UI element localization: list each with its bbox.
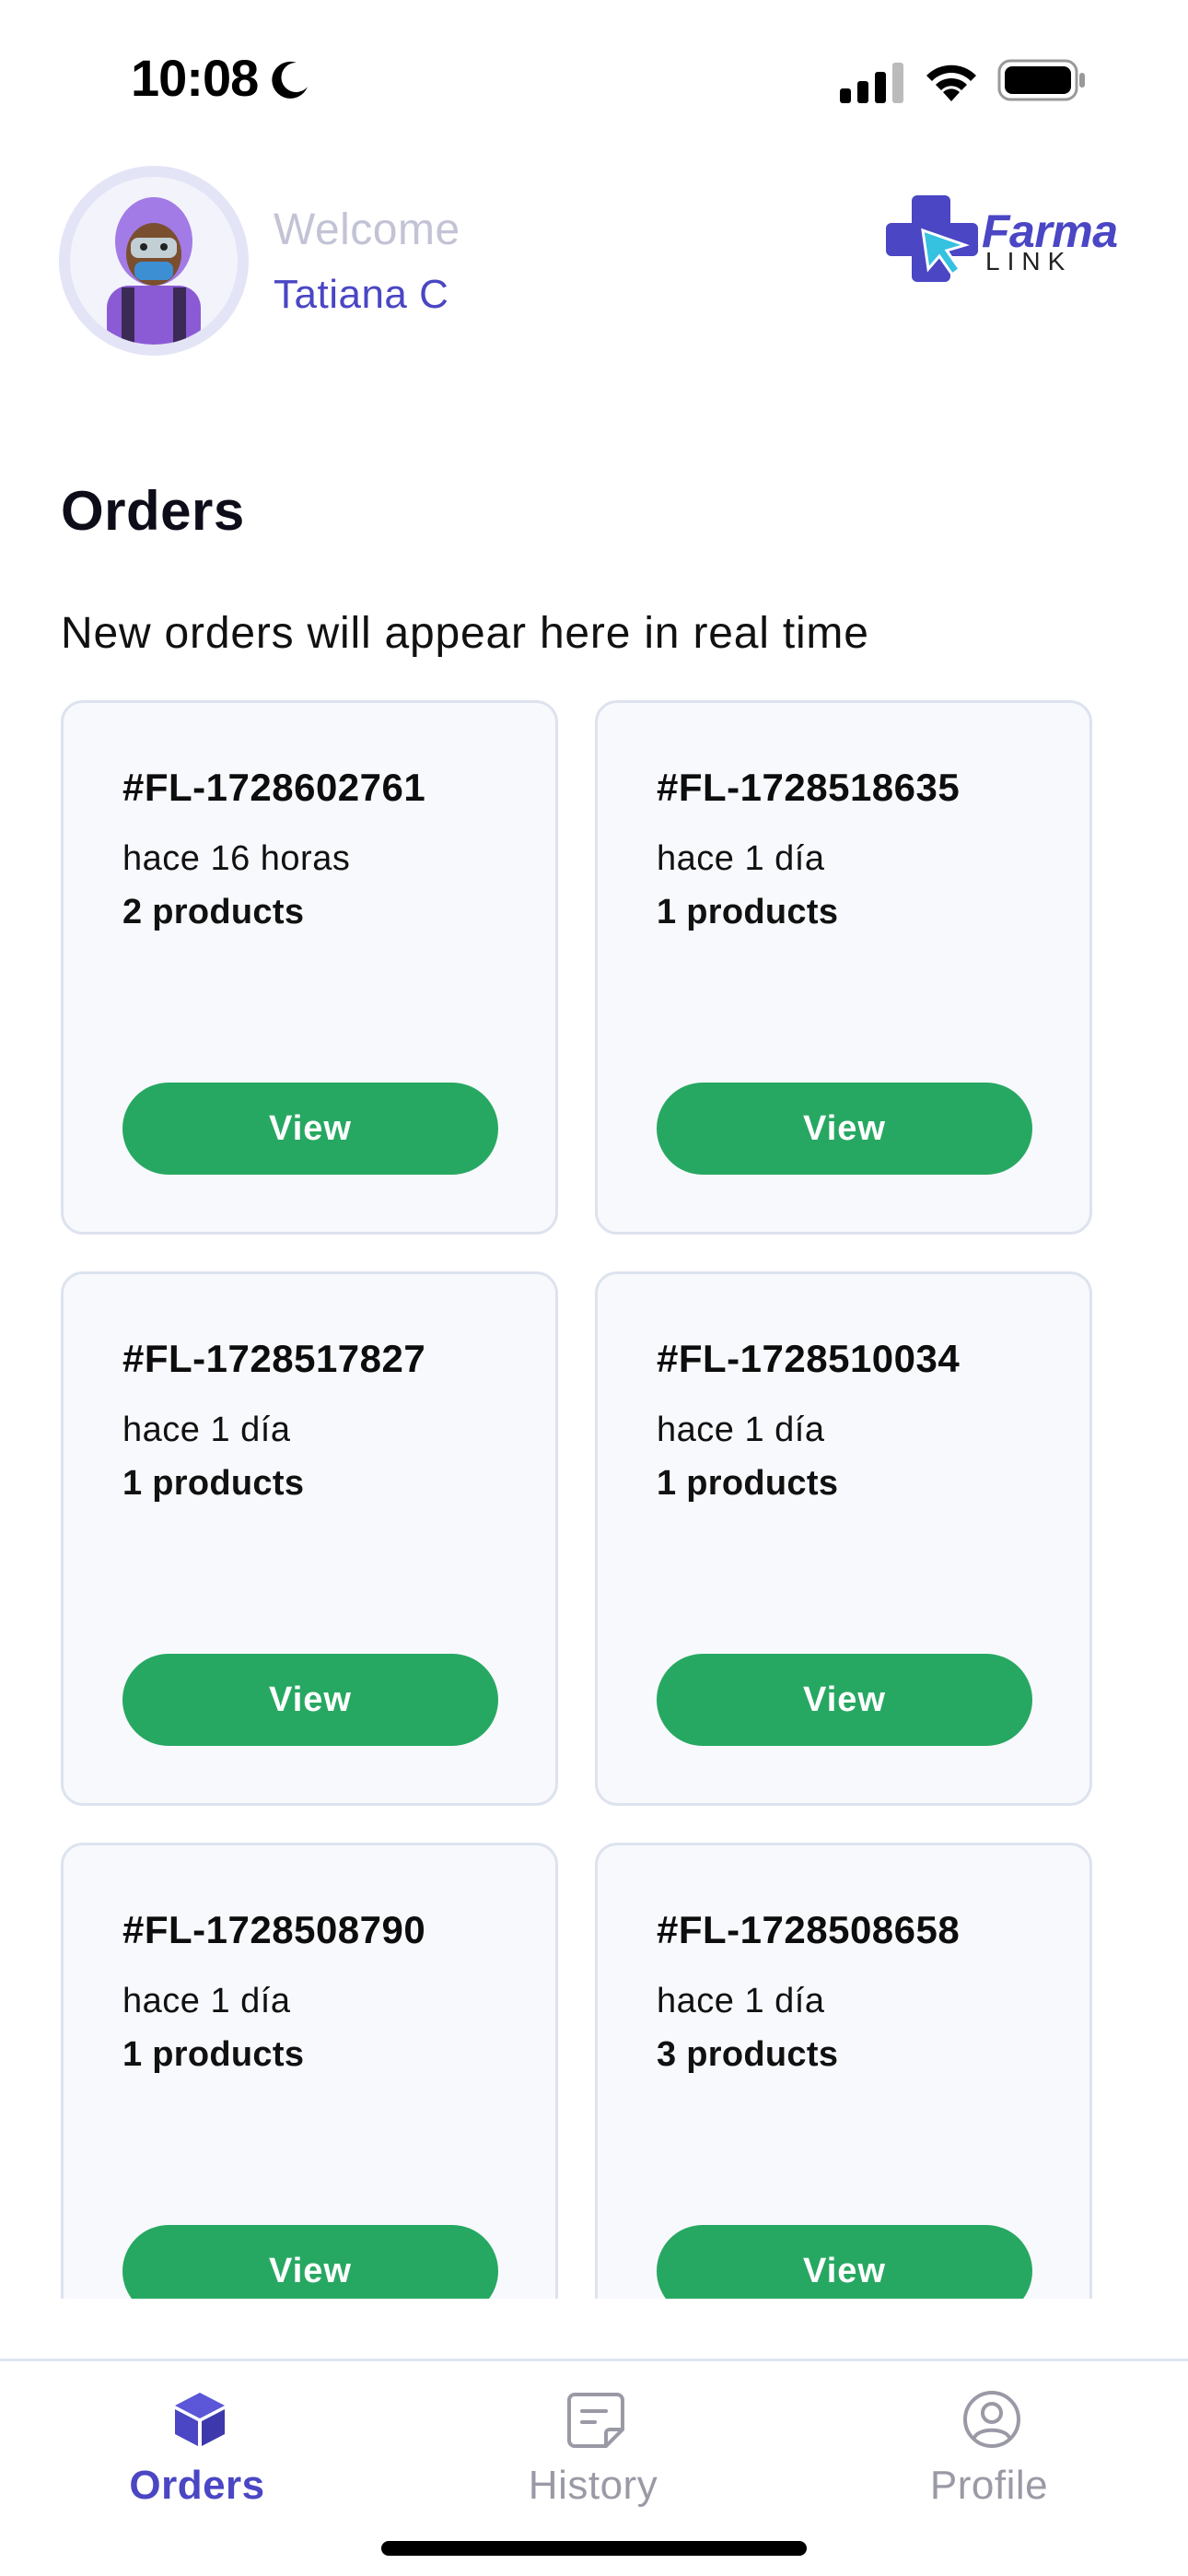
order-id: #FL-1728602761 <box>122 766 426 809</box>
medical-cross-logo-icon <box>886 195 978 282</box>
tab-profile-label: Profile <box>929 2463 1049 2508</box>
view-order-button[interactable]: View <box>122 1083 498 1175</box>
order-product-count: 1 products <box>657 893 839 931</box>
order-product-count: 2 products <box>122 893 305 931</box>
farmalink-logo: Farma LINK <box>886 193 1133 282</box>
view-order-button[interactable]: View <box>657 2225 1032 2299</box>
order-time: hace 1 día <box>657 1411 825 1449</box>
view-order-button[interactable]: View <box>657 1654 1032 1746</box>
moon-icon <box>272 61 308 99</box>
user-name: Tatiana C <box>274 272 449 317</box>
box-icon <box>175 2393 225 2446</box>
tab-orders-label: Orders <box>129 2463 265 2508</box>
view-order-button[interactable]: View <box>657 1083 1032 1175</box>
order-card[interactable]: #FL-1728508658 hace 1 día 3 products Vie… <box>595 1843 1092 2299</box>
order-card[interactable]: #FL-1728602761 hace 16 horas 2 products … <box>61 700 558 1235</box>
order-time: hace 1 día <box>657 1982 825 2020</box>
order-card[interactable]: #FL-1728518635 hace 1 día 1 products Vie… <box>595 700 1092 1235</box>
battery-icon <box>997 59 1085 101</box>
order-card[interactable]: #FL-1728508790 hace 1 día 1 products Vie… <box>61 1843 558 2299</box>
astronaut-avatar-icon <box>107 197 201 345</box>
order-product-count: 3 products <box>657 2035 839 2074</box>
welcome-label: Welcome <box>274 205 460 254</box>
logo-subtext: LINK <box>985 247 1073 275</box>
order-time: hace 1 día <box>122 1982 291 2020</box>
order-product-count: 1 products <box>657 1464 839 1503</box>
wifi-icon <box>926 64 976 101</box>
user-circle-icon <box>963 2391 1020 2448</box>
tab-history-label: History <box>528 2463 658 2508</box>
page-title: Orders <box>61 480 245 542</box>
order-card[interactable]: #FL-1728517827 hace 1 día 1 products Vie… <box>61 1271 558 1806</box>
home-indicator[interactable] <box>381 2541 807 2556</box>
tab-profile[interactable]: Profile <box>869 2378 1109 2516</box>
order-id: #FL-1728517827 <box>122 1337 426 1380</box>
order-card[interactable]: #FL-1728510034 hace 1 día 1 products Vie… <box>595 1271 1092 1806</box>
order-time: hace 1 día <box>122 1411 291 1449</box>
order-time: hace 1 día <box>657 839 825 878</box>
order-id: #FL-1728508658 <box>657 1908 961 1951</box>
view-order-button[interactable]: View <box>122 1654 498 1746</box>
view-order-button[interactable]: View <box>122 2225 498 2299</box>
document-icon <box>567 2393 624 2448</box>
order-id: #FL-1728508790 <box>122 1908 426 1951</box>
order-product-count: 1 products <box>122 2035 305 2074</box>
avatar-image <box>70 177 238 345</box>
tab-history[interactable]: History <box>473 2378 713 2516</box>
orders-grid[interactable]: #FL-1728602761 hace 16 horas 2 products … <box>0 696 1188 2299</box>
avatar[interactable] <box>59 166 249 356</box>
order-time: hace 16 horas <box>122 839 351 878</box>
status-time: 10:08 <box>131 49 259 107</box>
order-product-count: 1 products <box>122 1464 305 1503</box>
status-bar: 10:08 <box>0 0 1188 161</box>
tab-orders[interactable]: Orders <box>77 2378 317 2516</box>
cellular-signal-icon <box>840 63 903 103</box>
page-subtitle: New orders will appear here in real time <box>61 609 869 658</box>
order-id: #FL-1728510034 <box>657 1337 961 1380</box>
orders-screen: 10:08 Welcome Tatiana C Farma LINK Order… <box>0 0 1188 2576</box>
order-id: #FL-1728518635 <box>657 766 961 809</box>
